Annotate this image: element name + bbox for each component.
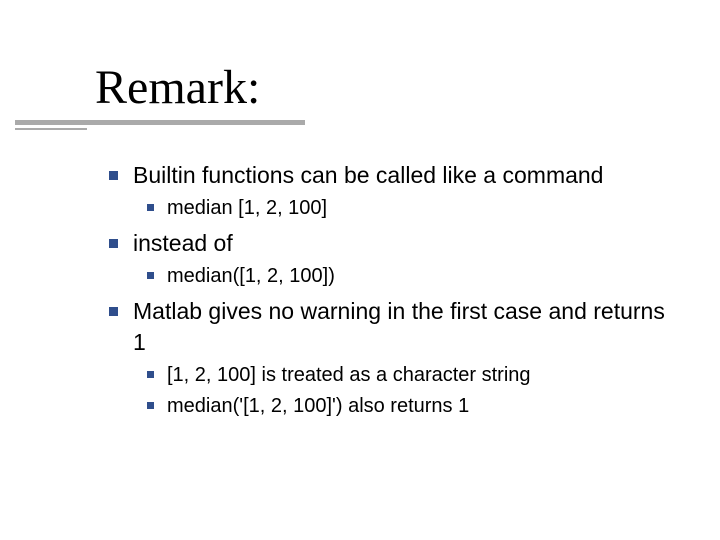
bullet-list: Builtin functions can be called like a c…	[95, 160, 675, 420]
list-item: [1, 2, 100] is treated as a character st…	[133, 362, 675, 389]
bullet-text: instead of	[133, 230, 233, 256]
bullet-text: median('[1, 2, 100]') also returns 1	[167, 395, 469, 417]
sub-list: median([1, 2, 100])	[133, 263, 675, 290]
slide-title: Remark:	[95, 60, 260, 115]
list-item: median [1, 2, 100]	[133, 195, 675, 222]
slide-body: Builtin functions can be called like a c…	[95, 160, 675, 426]
list-item: median([1, 2, 100])	[133, 263, 675, 290]
bullet-text: Builtin functions can be called like a c…	[133, 162, 603, 188]
sub-list: median [1, 2, 100]	[133, 195, 675, 222]
bullet-text: median([1, 2, 100])	[167, 265, 335, 287]
sub-list: [1, 2, 100] is treated as a character st…	[133, 362, 675, 420]
list-item: Matlab gives no warning in the first cas…	[95, 296, 675, 420]
list-item: Builtin functions can be called like a c…	[95, 160, 675, 222]
title-underline	[15, 120, 305, 125]
list-item: median('[1, 2, 100]') also returns 1	[133, 393, 675, 420]
bullet-text: [1, 2, 100] is treated as a character st…	[167, 364, 531, 386]
title-underline-accent	[15, 128, 87, 130]
bullet-text: median [1, 2, 100]	[167, 197, 327, 219]
bullet-text: Matlab gives no warning in the first cas…	[133, 298, 665, 355]
slide: Remark: Builtin functions can be called …	[0, 0, 720, 540]
list-item: instead of median([1, 2, 100])	[95, 228, 675, 290]
